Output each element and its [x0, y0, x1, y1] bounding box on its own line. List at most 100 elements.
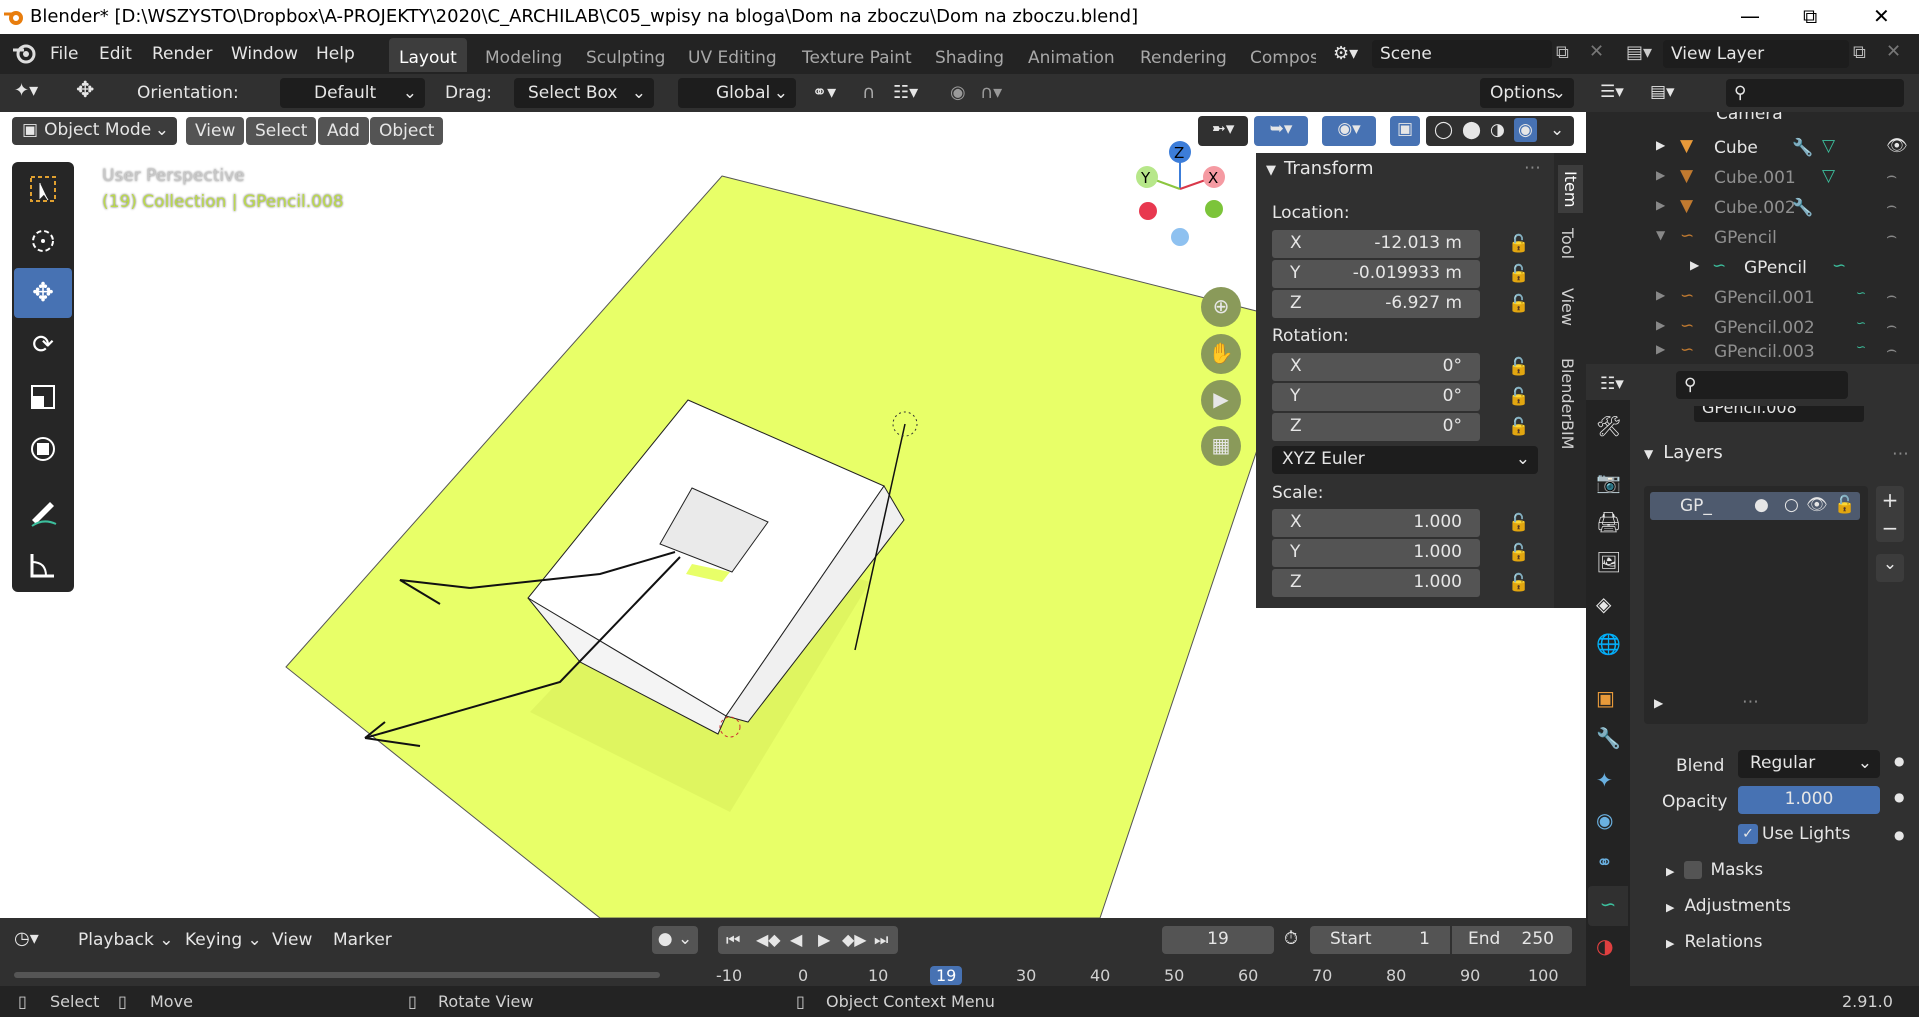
layer-row[interactable]: GP_ ● ○ 👁 🔓 — [1650, 492, 1860, 520]
pivot-point-icon[interactable]: ⚭▾ — [812, 82, 836, 103]
panel-drag-icon[interactable]: ⋯ — [1892, 444, 1909, 464]
snap-target-icon[interactable]: ☷▾ — [893, 82, 918, 103]
tab-layout[interactable]: Layout — [389, 38, 467, 72]
ortho-grid-icon[interactable]: ▦ — [1201, 426, 1241, 466]
current-frame-field[interactable]: 19 — [1162, 926, 1274, 954]
transform-orientation-dropdown[interactable]: Global ⌄ — [678, 78, 796, 108]
rotation-x-field[interactable]: X 0° — [1272, 353, 1480, 381]
zoom-icon[interactable]: ⊕ — [1201, 287, 1241, 327]
expand-icon[interactable]: ▶ — [1656, 288, 1665, 302]
outliner-row-gpencil-003[interactable]: ▶ ∽ GPencil.003 ∽ ⌢ — [1586, 338, 1919, 364]
lock-rotation-y-icon[interactable]: 🔓 — [1508, 387, 1529, 407]
outliner-row-cube-002[interactable]: ▶ ▼ Cube.002 🔧 ⌢ — [1586, 194, 1919, 224]
menu-edit[interactable]: Edit — [99, 44, 132, 64]
layer-specials-icon[interactable]: ⌄ — [1876, 554, 1904, 582]
panel-drag-icon[interactable]: ⋯ — [1524, 158, 1541, 178]
mask-icon[interactable]: ○ — [1784, 495, 1799, 515]
cursor-tool-icon[interactable] — [14, 216, 72, 266]
transform-tool-icon[interactable] — [14, 424, 72, 474]
scale-tool-icon[interactable] — [14, 372, 72, 422]
preview-range-icon[interactable]: ⏱ — [1284, 928, 1298, 949]
keyframe-dot-icon[interactable]: ● — [1894, 790, 1904, 804]
measure-tool-icon[interactable] — [14, 540, 72, 590]
overlay-toggle-icon[interactable]: ◉▾ — [1322, 116, 1376, 146]
current-frame-indicator[interactable]: 19 — [930, 966, 963, 985]
scale-x-field[interactable]: X 1.000 — [1272, 509, 1480, 537]
proportional-edit-icon[interactable]: ◉ — [950, 82, 966, 103]
rotate-tool-icon[interactable]: ⟳ — [14, 320, 72, 370]
display-mode-icon[interactable]: ▤▾ — [1650, 82, 1675, 102]
keyframe-dot-icon[interactable]: ● — [1894, 754, 1904, 768]
material-properties-icon[interactable]: ◑ — [1596, 934, 1613, 958]
viewport-menu-view[interactable]: View — [186, 117, 245, 145]
gpencil-data-properties-icon[interactable]: ∽ — [1588, 886, 1628, 926]
render-properties-icon[interactable]: 📷 — [1596, 470, 1621, 494]
tab-modeling[interactable]: Modeling — [475, 38, 572, 72]
snap-icon[interactable]: ∩ — [862, 82, 875, 103]
tab-uv-editing[interactable]: UV Editing — [678, 38, 787, 72]
outliner-row-gpencil-data[interactable]: ▶ ∽ GPencil ∽ — [1586, 254, 1919, 284]
world-properties-icon[interactable]: 🌐 — [1596, 632, 1621, 656]
navigation-gizmo[interactable]: Z Y X — [1120, 137, 1240, 262]
annotate-tool-icon[interactable] — [14, 488, 72, 538]
onion-skin-icon[interactable]: ● — [1754, 495, 1769, 515]
tab-shading[interactable]: Shading — [925, 38, 1014, 72]
expand-icon[interactable]: ▶ — [1656, 342, 1665, 356]
hidden-icon[interactable]: ⌢ — [1886, 316, 1897, 336]
opacity-slider[interactable]: 1.000 — [1738, 786, 1880, 814]
timeline-menu-playback[interactable]: Playback ⌄ — [78, 930, 174, 950]
lock-rotation-z-icon[interactable]: 🔓 — [1508, 417, 1529, 437]
view-layer-properties-icon[interactable]: 🖼 — [1596, 550, 1621, 574]
hidden-icon[interactable]: ⌢ — [1886, 226, 1897, 246]
play-reverse-icon[interactable]: ◀ — [790, 930, 802, 949]
layer-lock-icon[interactable]: 🔓 — [1834, 495, 1855, 515]
output-properties-icon[interactable]: 🖨 — [1596, 510, 1621, 534]
outliner-search-input[interactable]: ⚲ — [1726, 79, 1904, 107]
list-resize-icon[interactable]: ⋯ — [1742, 692, 1759, 712]
masks-checkbox[interactable] — [1684, 861, 1703, 879]
collapse-icon[interactable]: ▼ — [1656, 228, 1665, 242]
jump-keyframe-forward-icon[interactable]: ◆▶ — [842, 930, 867, 949]
blender-menu-icon[interactable] — [12, 42, 36, 64]
close-icon[interactable]: ✕ — [1873, 4, 1890, 28]
masks-panel-header[interactable]: ▶ Masks — [1666, 860, 1763, 880]
timeline-scrollbar[interactable] — [14, 972, 660, 978]
tab-animation[interactable]: Animation — [1018, 38, 1125, 72]
expand-icon[interactable]: ▶ — [1656, 138, 1665, 152]
view-layer-field[interactable]: View Layer — [1663, 40, 1849, 68]
rotation-mode-dropdown[interactable]: XYZ Euler ⌄ — [1272, 446, 1538, 474]
shading-options-icon[interactable]: ⌄ — [1550, 120, 1564, 140]
select-box-tool-icon[interactable] — [14, 164, 72, 214]
mode-dropdown[interactable]: ▣ Object Mode ⌄ — [12, 117, 177, 145]
viewport-menu-add[interactable]: Add — [318, 117, 369, 145]
lock-location-x-icon[interactable]: 🔓 — [1508, 234, 1529, 254]
expand-icon[interactable]: ▶ — [1690, 258, 1699, 272]
modifier-properties-icon[interactable]: 🔧 — [1596, 726, 1621, 750]
tab-compositing[interactable]: Compos — [1240, 38, 1316, 72]
outliner-row-camera[interactable]: Camera — [1586, 112, 1919, 132]
orientation-dropdown[interactable]: Default ⌄ — [280, 78, 425, 108]
tab-texture-paint[interactable]: Texture Paint — [792, 38, 922, 72]
expand-icon[interactable]: ▶ — [1656, 198, 1665, 212]
location-z-field[interactable]: Z -6.927 m — [1272, 290, 1480, 318]
blend-dropdown[interactable]: Regular ⌄ — [1738, 750, 1880, 778]
sidebar-tab-tool[interactable]: Tool — [1558, 228, 1577, 259]
solid-shading-icon[interactable]: ⬤ — [1462, 120, 1481, 140]
menu-render[interactable]: Render — [152, 44, 213, 64]
remove-layer-icon[interactable]: − — [1876, 514, 1904, 542]
lock-scale-y-icon[interactable]: 🔓 — [1508, 543, 1529, 563]
tab-rendering[interactable]: Rendering — [1130, 38, 1237, 72]
tab-sculpting[interactable]: Sculpting — [576, 38, 675, 72]
outliner-row-cube-001[interactable]: ▶ ▼ Cube.001 ▽ ⌢ — [1586, 164, 1919, 194]
expand-icon[interactable]: ▶ — [1656, 318, 1665, 332]
tool-properties-icon[interactable]: 🛠 — [1596, 414, 1621, 438]
hidden-icon[interactable]: ⌢ — [1886, 286, 1897, 306]
material-shading-icon[interactable]: ◑ — [1490, 120, 1505, 140]
scene-field[interactable]: Scene — [1372, 40, 1552, 68]
end-frame-field[interactable]: End 250 — [1452, 926, 1572, 954]
falloff-icon[interactable]: ∩▾ — [980, 82, 1002, 103]
pan-hand-icon[interactable]: ✋ — [1201, 334, 1241, 374]
options-dropdown[interactable]: Options ⌄ — [1480, 78, 1574, 108]
keyframe-dot-icon[interactable]: ● — [1894, 828, 1904, 842]
view-layer-icon[interactable]: ▤▾ — [1626, 42, 1652, 63]
